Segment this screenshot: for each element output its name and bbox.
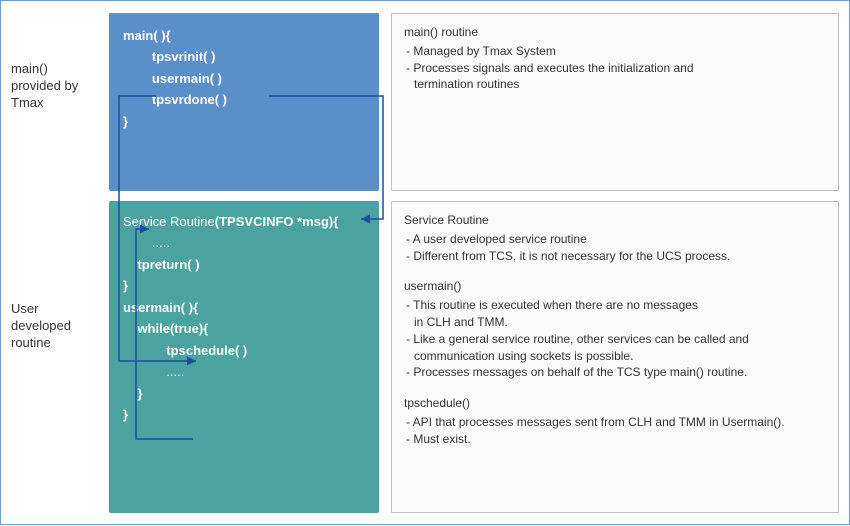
label-main-tmax: main() provided by Tmax xyxy=(11,61,101,112)
code-main-line: tpsvrinit( ) xyxy=(123,46,365,67)
desc-user-item: - Like a general service routine, other … xyxy=(404,331,826,348)
desc-user-item: - This routine is executed when there ar… xyxy=(404,297,826,314)
desc-user-title: usermain() xyxy=(404,278,826,295)
code-user-line: } xyxy=(123,275,365,296)
desc-user-gap xyxy=(404,264,826,278)
desc-main-item: - Managed by Tmax System xyxy=(404,43,826,60)
desc-user-item: communication using sockets is possible. xyxy=(404,348,826,365)
code-user-line: usermain( ){ xyxy=(123,297,365,318)
desc-user-item: - Processes messages on behalf of the TC… xyxy=(404,364,826,381)
code-user-line: while(true){ xyxy=(123,318,365,339)
desc-box-user: Service Routine - A user developed servic… xyxy=(391,201,839,513)
code-user-line: ..... xyxy=(123,232,365,253)
code-user-line: tpreturn( ) xyxy=(123,254,365,275)
label-user-routine: User developed routine xyxy=(11,301,101,352)
code-box-user: Service Routine(TPSVCINFO *msg){ ..... t… xyxy=(109,201,379,513)
desc-user-title: Service Routine xyxy=(404,212,826,229)
diagram-canvas: main() provided by Tmax User developed r… xyxy=(0,0,850,525)
code-box-main: main( ){ tpsvrinit( ) usermain( ) tpsvrd… xyxy=(109,13,379,191)
code-user-line: } xyxy=(123,383,365,404)
code-main-line: tpsvrdone( ) xyxy=(123,89,365,110)
code-user-line: ..... xyxy=(123,361,365,382)
desc-main-title: main() routine xyxy=(404,24,826,41)
code-user-line: Service Routine(TPSVCINFO *msg){ xyxy=(123,211,365,232)
code-user-line: } xyxy=(123,404,365,425)
desc-user-item: - API that processes messages sent from … xyxy=(404,414,826,431)
code-main-line: usermain( ) xyxy=(123,68,365,89)
desc-user-item: in CLH and TMM. xyxy=(404,314,826,331)
desc-user-gap xyxy=(404,381,826,395)
code-main-line: } xyxy=(123,111,365,132)
desc-user-item: - Must exist. xyxy=(404,431,826,448)
desc-main-item: - Processes signals and executes the ini… xyxy=(404,60,826,77)
desc-box-main: main() routine - Managed by Tmax System- … xyxy=(391,13,839,191)
code-main-line: main( ){ xyxy=(123,25,365,46)
code-user-line: tpschedule( ) xyxy=(123,340,365,361)
desc-user-title: tpschedule() xyxy=(404,395,826,412)
desc-user-item: - A user developed service routine xyxy=(404,231,826,248)
desc-user-item: - Different from TCS, it is not necessar… xyxy=(404,248,826,265)
desc-main-item: termination routines xyxy=(404,76,826,93)
